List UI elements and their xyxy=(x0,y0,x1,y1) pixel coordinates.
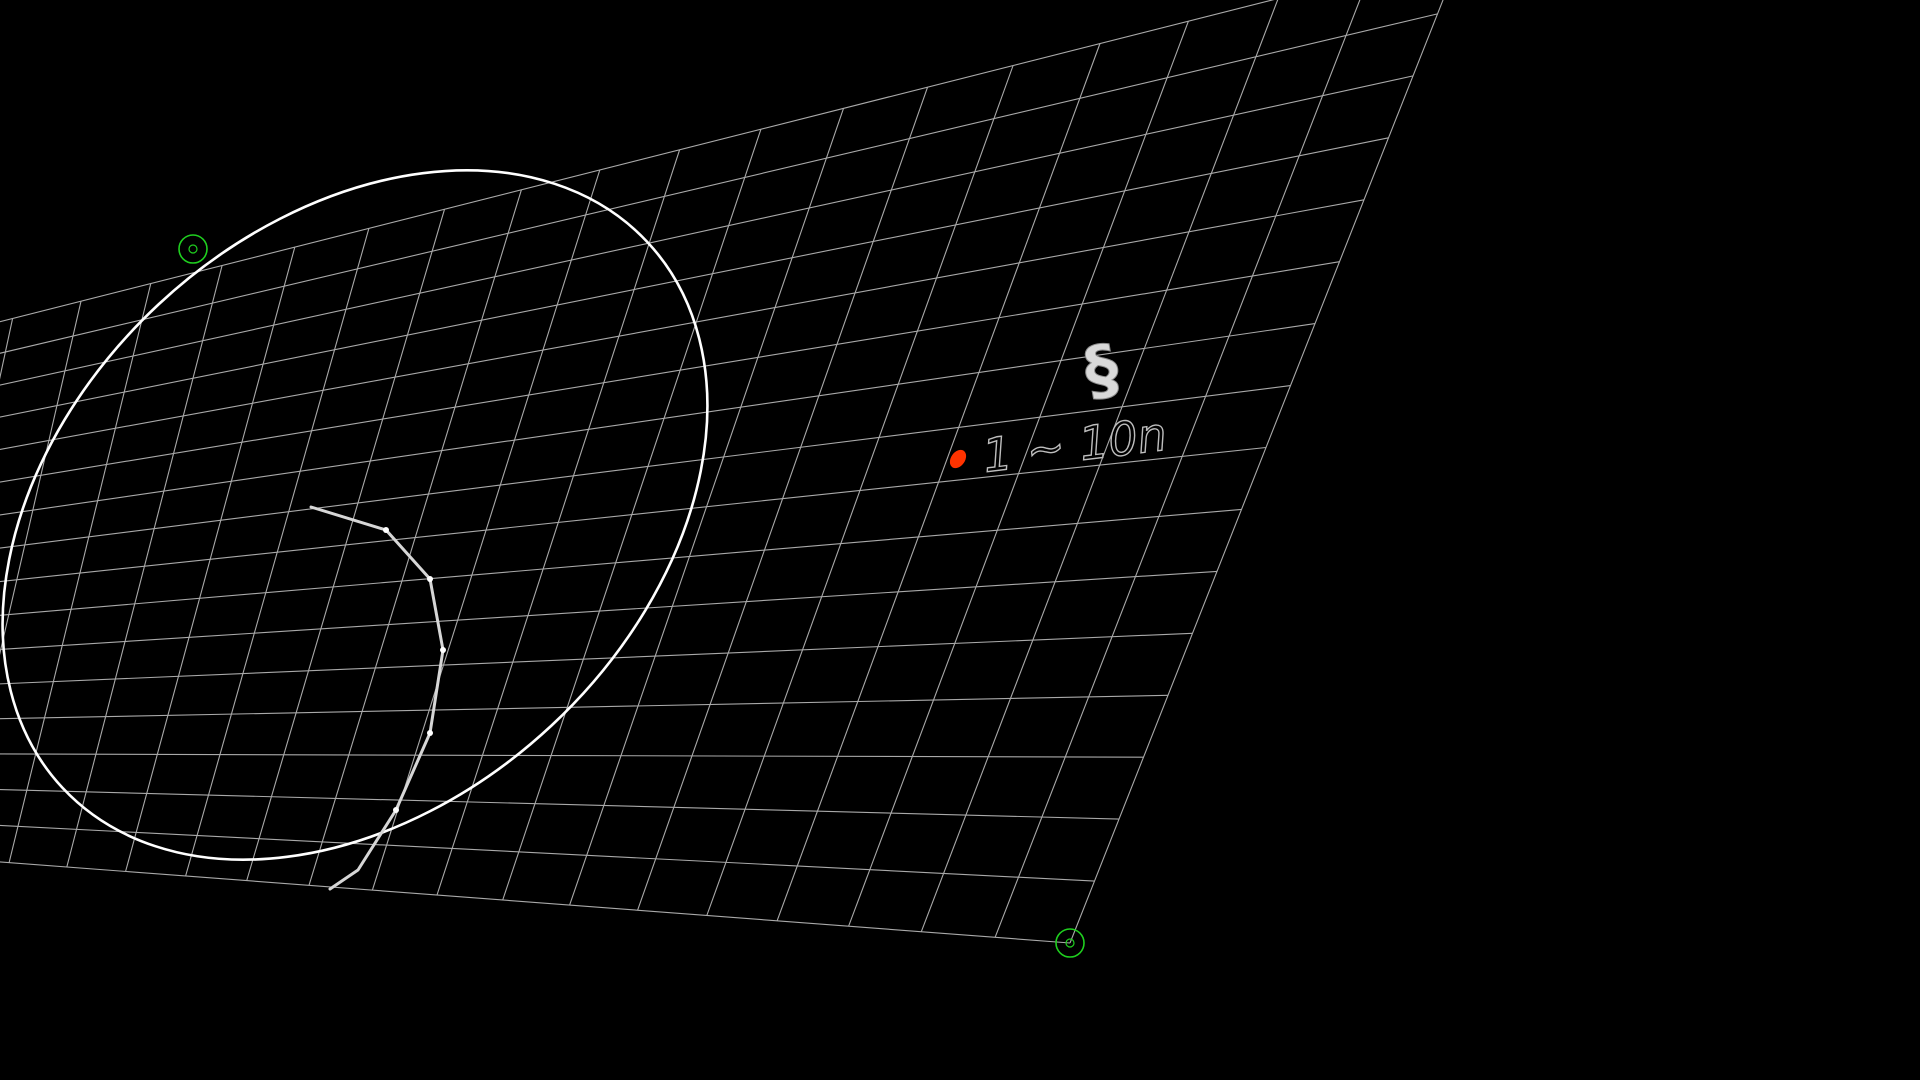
handle-top-left[interactable] xyxy=(178,234,208,264)
perspective-scene[interactable]: § 1 ~ 10n xyxy=(0,0,1920,1080)
grid-line xyxy=(0,137,1389,418)
grid-line xyxy=(0,694,1169,720)
polyline-vertex[interactable] xyxy=(440,647,446,653)
section-sign-icon[interactable]: § xyxy=(1078,329,1125,412)
grid-line xyxy=(0,788,1120,820)
grid-line xyxy=(0,753,1144,758)
grid-line xyxy=(0,13,1438,354)
grid-line xyxy=(0,632,1193,685)
grid-line xyxy=(1069,0,1444,944)
handle-center xyxy=(188,244,198,254)
annotation-label[interactable]: 1 ~ 10n xyxy=(979,406,1170,484)
polyline-vertex[interactable] xyxy=(383,527,389,533)
path-polyline[interactable] xyxy=(309,505,445,891)
polyline-vertex[interactable] xyxy=(427,576,433,582)
grid-line xyxy=(0,385,1291,549)
grid-line xyxy=(0,318,14,380)
canvas-viewport[interactable]: § 1 ~ 10n xyxy=(0,0,1920,1080)
grid-line xyxy=(0,861,1071,944)
polyline-vertex[interactable] xyxy=(427,730,433,736)
grid-line xyxy=(0,0,1275,323)
polyline-vertex[interactable] xyxy=(393,807,399,813)
grid-line xyxy=(0,75,1414,386)
grid-line xyxy=(0,508,1242,616)
perspective-grid xyxy=(0,0,1444,944)
target-handle-icon[interactable] xyxy=(178,234,208,264)
grid-line xyxy=(0,261,1340,483)
